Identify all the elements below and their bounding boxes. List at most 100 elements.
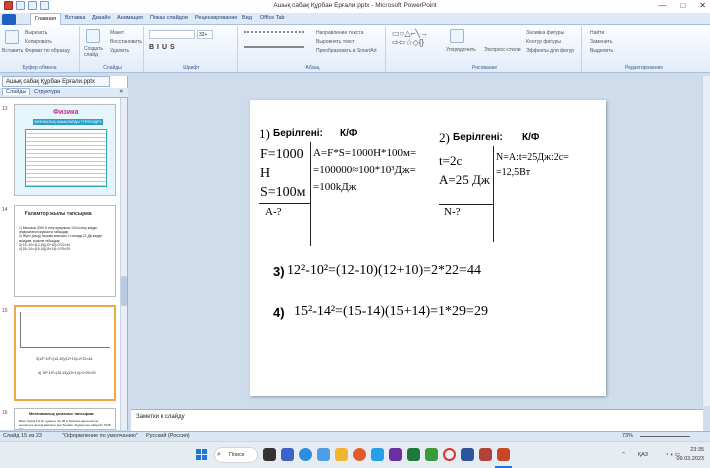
tab-home[interactable]: Главная	[30, 13, 61, 25]
slide-thumbnail-15[interactable]: 3)12²-10²=(12-10)(12+10)=2*22=44 4) 15²-…	[14, 305, 116, 401]
slide-scrollbar[interactable]	[702, 76, 710, 406]
books-icon[interactable]	[479, 448, 492, 461]
teams-icon[interactable]	[281, 448, 294, 461]
theme-name[interactable]: "Оформление по умолчанию"	[62, 433, 138, 439]
zoom-level[interactable]: 73%	[622, 433, 633, 439]
problem1-si-header: К/Ф	[340, 128, 358, 139]
clock-date[interactable]: 09.03.2023	[664, 456, 704, 462]
taskbar: Поиск ⌕ ⌃ ҚАЗ ◔ ◖ ▭ 23:35 09.03.2023	[0, 441, 710, 468]
tray-icons[interactable]: ⌃	[621, 452, 626, 458]
font-format-icons[interactable]: BIUS	[149, 44, 178, 51]
smartart-button[interactable]: Преобразовать в SmartArt	[316, 48, 377, 54]
problem2-divider	[493, 146, 494, 242]
layout-button[interactable]: Макет	[110, 30, 124, 36]
thumb-subtitle: ФИЗИКАЛЫҚ ШАМАЛАРДЫ ТҮРЛЕНДІРУ	[33, 119, 103, 125]
keyboard-language[interactable]: ҚАЗ	[638, 452, 648, 458]
excel-icon[interactable]	[407, 448, 420, 461]
word-icon[interactable]	[461, 448, 474, 461]
quick-styles-button[interactable]: Экспресс-стили	[484, 47, 521, 53]
thumb-number: 16	[2, 410, 8, 416]
new-slide-button[interactable]: Создать слайд	[84, 46, 104, 58]
minimize-button[interactable]: —	[658, 1, 666, 10]
arrange-button[interactable]: Упорядочить	[446, 47, 476, 53]
thumb-line: 3)12²-10²=(12-10)(12+10)=2*22=44	[36, 357, 93, 361]
document-tab[interactable]: Ашық сабақ Құрбан Ерғали.pptx	[2, 76, 110, 87]
tab-view[interactable]: Вид	[242, 15, 252, 21]
text-direction-button[interactable]: Направление текста	[316, 30, 363, 36]
tab-animation[interactable]: Анимация	[117, 15, 143, 21]
slide-thumbnail-16[interactable]: Механикалық қозғалыс тапсырма: Вася, Қаз…	[14, 408, 116, 430]
slide-thumbnail-14[interactable]: Ғаламтор жылы тапсырма 1) Массасы 2000 Н…	[14, 205, 116, 297]
font-name-box[interactable]	[149, 30, 195, 39]
drawing-label: Рисование	[471, 65, 498, 71]
window-controls: — □ ✕	[658, 1, 706, 10]
list-icons[interactable]	[244, 31, 304, 38]
ribbon-tabs: Главная Вставка Дизайн Анимация Показ сл…	[0, 13, 710, 25]
thumbnail-scrollbar[interactable]	[120, 98, 127, 430]
problem2-solution-line: =12,5Вт	[496, 167, 531, 178]
file-explorer-icon[interactable]	[335, 448, 348, 461]
problem1-solution-line: =100kДж	[313, 181, 357, 193]
paste-icon[interactable]	[5, 30, 19, 44]
tab-design[interactable]: Дизайн	[92, 15, 111, 21]
close-pane-icon[interactable]: ✕	[119, 89, 124, 95]
onenote-icon[interactable]	[389, 448, 402, 461]
scrollbar-thumb[interactable]	[121, 276, 127, 306]
delete-button[interactable]: Удалить	[110, 48, 129, 54]
replace-button[interactable]: Заменить	[590, 39, 612, 45]
thumb-title: Ғаламтор жылы тапсырма	[25, 211, 92, 217]
shapes-gallery-icon[interactable]: ▭○△⌐╲→ ⇨⇦☆◇{}	[392, 29, 428, 47]
browser-icon[interactable]	[317, 448, 330, 461]
problem1-given-line: S=100м	[260, 185, 306, 200]
clock-time[interactable]: 23:35	[664, 447, 704, 453]
office-button[interactable]	[2, 14, 16, 25]
firefox-icon[interactable]	[353, 448, 366, 461]
reset-button[interactable]: Восстановить	[110, 39, 142, 45]
find-button[interactable]: Найти	[590, 30, 604, 36]
arrange-icon[interactable]	[450, 29, 464, 43]
new-slide-icon[interactable]	[86, 29, 100, 43]
slide-canvas[interactable]: 1) Берілгені: К/Ф F=1000 Н S=100м A-? A=…	[250, 100, 606, 396]
select-button[interactable]: Выделить	[590, 48, 613, 54]
thumb-line: 2) Жүгіс (жеңу) тасыма массасы 1 тоннада…	[19, 234, 103, 243]
equation3: 12²-10²=(12-10)(12+10)=2*22=44	[287, 263, 481, 278]
tab-office-tab[interactable]: Office Tab	[260, 15, 285, 21]
format-painter-button[interactable]: Формат по образцу	[25, 48, 70, 54]
tab-outline[interactable]: Структура	[34, 89, 60, 95]
copy-button[interactable]: Копировать	[25, 39, 52, 45]
cut-button[interactable]: Вырезать	[25, 30, 47, 36]
game-icon[interactable]	[425, 448, 438, 461]
drawing-group: ▭○△⌐╲→ ⇨⇦☆◇{} Упорядочить Экспресс-стили …	[388, 26, 582, 72]
paste-button[interactable]: Вставить	[2, 48, 23, 54]
clipboard-group: Вставить Вырезать Копировать Формат по о…	[0, 26, 80, 72]
slide-thumbnail-13[interactable]: Физика ФИЗИКАЛЫҚ ШАМАЛАРДЫ ТҮРЛЕНДІРУ	[14, 104, 116, 196]
powerpoint-icon[interactable]	[497, 448, 510, 461]
tab-slides[interactable]: Слайды	[2, 88, 31, 95]
skype-icon[interactable]	[299, 448, 312, 461]
thumb-given-table	[20, 312, 110, 348]
zoom-slider[interactable]	[640, 436, 690, 437]
thumb-table-image	[25, 129, 107, 187]
align-text-button[interactable]: Выровнять текст	[316, 39, 355, 45]
tab-slideshow[interactable]: Показ слайдов	[150, 15, 188, 21]
paragraph-group: Направление текста Выровнять текст Преоб…	[240, 26, 386, 72]
notes-pane[interactable]: Заметки к слайду	[131, 409, 703, 431]
mail-icon[interactable]	[371, 448, 384, 461]
start-button-icon[interactable]	[196, 449, 208, 461]
tab-review[interactable]: Рецензирование	[195, 15, 237, 21]
close-button[interactable]: ✕	[699, 1, 706, 10]
font-size-box[interactable]: 32+	[197, 30, 213, 39]
equation3-number: 3)	[273, 264, 285, 279]
chrome-icon[interactable]	[443, 448, 456, 461]
shape-outline-button[interactable]: Контур фигуры	[526, 39, 561, 45]
paragraph-label: Абзац	[305, 65, 320, 71]
task-view-icon[interactable]	[263, 448, 276, 461]
problem1-solution-line: =100000≈100*10³Дж=	[313, 164, 416, 176]
maximize-button[interactable]: □	[680, 1, 685, 10]
problem1-given: Берілгені:	[273, 128, 323, 139]
language[interactable]: Русский (Россия)	[146, 433, 190, 439]
shape-fill-button[interactable]: Заливка фигуры	[526, 30, 564, 36]
tab-insert[interactable]: Вставка	[65, 15, 85, 21]
align-icons[interactable]	[244, 46, 304, 53]
shape-effects-button[interactable]: Эффекты для фигур	[526, 48, 574, 54]
